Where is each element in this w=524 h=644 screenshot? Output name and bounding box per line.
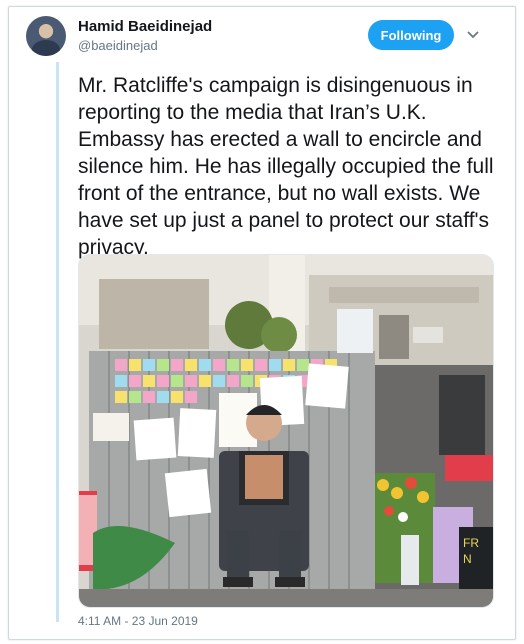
- tweet-timestamp[interactable]: 4:11 AM - 23 Jun 2019: [78, 614, 198, 628]
- tweet-text: Mr. Ratcliffe's campaign is disingenuous…: [78, 74, 494, 259]
- tweet-photo[interactable]: FR N: [78, 254, 494, 608]
- following-button[interactable]: Following: [368, 20, 454, 50]
- avatar[interactable]: [26, 16, 66, 56]
- user-name[interactable]: Hamid Baeidinejad: [78, 18, 212, 35]
- thread-rule: [56, 62, 59, 622]
- corner-sign-text-2: N: [463, 552, 472, 566]
- user-handle[interactable]: @baeidinejad: [78, 38, 158, 53]
- protest-scene: FR N: [79, 255, 493, 607]
- chevron-down-icon[interactable]: [466, 28, 480, 42]
- corner-sign-text-1: FR: [463, 536, 479, 550]
